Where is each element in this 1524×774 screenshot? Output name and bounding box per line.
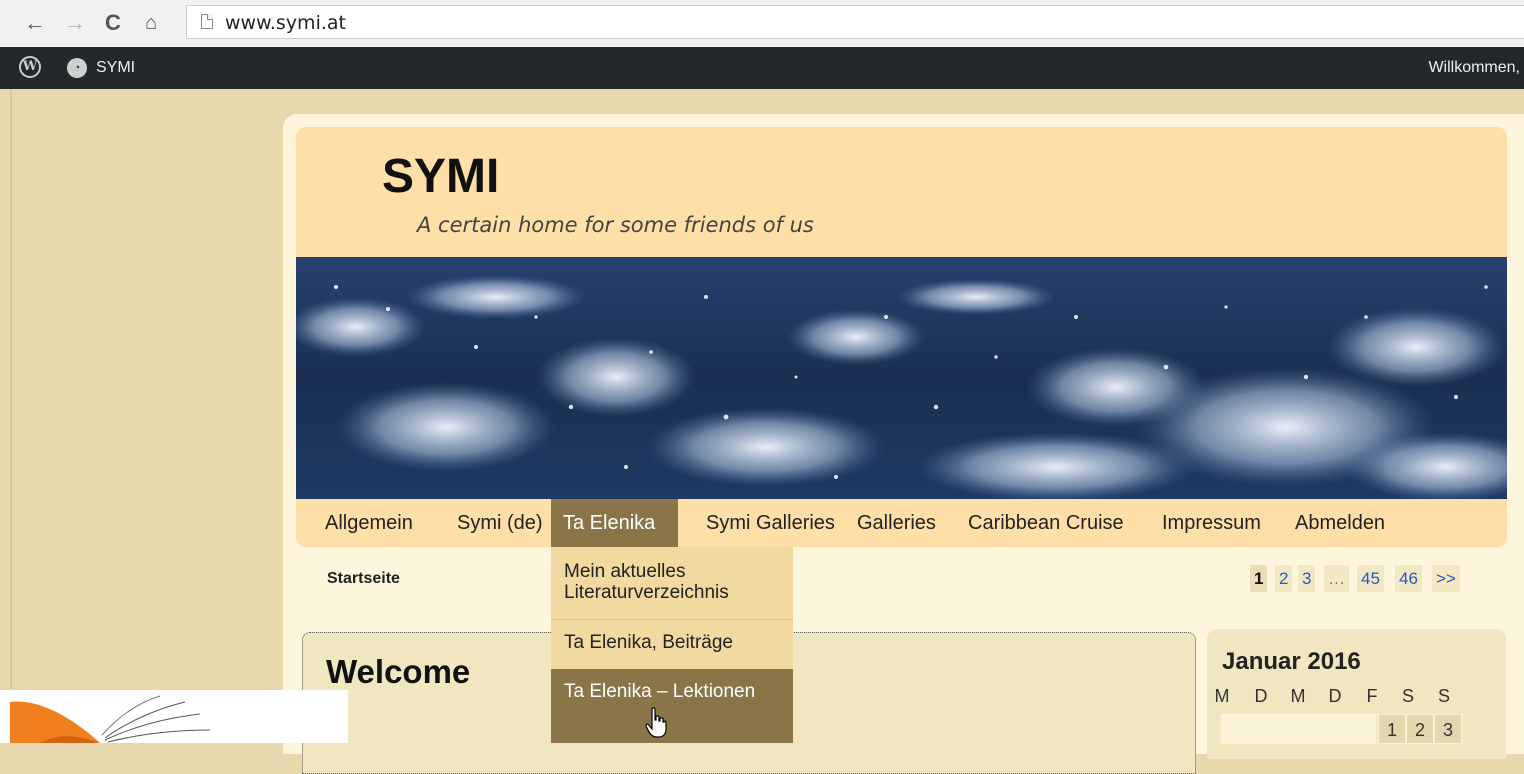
site-tagline: A certain home for some friends of us <box>417 213 814 237</box>
address-bar[interactable]: www.symi.at <box>186 5 1524 39</box>
calendar-day-cell[interactable]: 3 <box>1434 714 1462 744</box>
page-link[interactable]: 2 <box>1275 565 1293 592</box>
post-title[interactable]: Welcome <box>326 653 470 691</box>
menu-item-impressum[interactable]: Impressum <box>1150 499 1273 547</box>
calendar-weekday: S <box>1401 686 1414 706</box>
calendar-weekday: F <box>1366 686 1378 706</box>
browser-toolbar: ← → C ⌂ www.symi.at <box>0 0 1524 48</box>
site-header: SYMI A certain home for some friends of … <box>296 127 1507 257</box>
submenu-ta-elenika: Mein aktuelles Literaturverzeichnis Ta E… <box>551 547 793 743</box>
left-divider <box>10 89 12 689</box>
site-title[interactable]: SYMI <box>382 149 499 204</box>
admin-site-name[interactable]: SYMI <box>96 59 135 77</box>
page-link[interactable]: 3 <box>1298 565 1316 592</box>
submenu-item-beitraege[interactable]: Ta Elenika, Beiträge <box>551 619 793 669</box>
menu-item-symi-de[interactable]: Symi (de) <box>445 499 555 547</box>
page-link[interactable]: 46 <box>1395 565 1422 592</box>
welcome-text[interactable]: Willkommen, <box>1428 59 1520 77</box>
header-banner-image <box>296 257 1507 499</box>
page-link-current[interactable]: 1 <box>1250 565 1268 592</box>
page-icon <box>201 14 213 29</box>
calendar-weekday: D <box>1328 686 1342 706</box>
dashboard-icon[interactable]: ◔ <box>67 58 87 78</box>
submenu-item-lektionen[interactable]: Ta Elenika – Lektionen <box>551 669 793 743</box>
submenu-item-literaturverzeichnis[interactable]: Mein aktuelles Literaturverzeichnis <box>551 557 793 607</box>
wordpress-logo-icon[interactable]: W <box>19 56 41 78</box>
menu-item-symi-galleries[interactable]: Symi Galleries <box>694 499 847 547</box>
menu-item-ta-elenika[interactable]: Ta Elenika <box>551 499 678 547</box>
fox-logo-overlay <box>0 690 348 743</box>
calendar-day-cell[interactable]: 2 <box>1406 714 1434 744</box>
hand-cursor-icon <box>645 707 667 738</box>
calendar-day-cell[interactable]: 1 <box>1378 714 1406 744</box>
reload-icon[interactable]: C <box>100 10 126 36</box>
page-next-link[interactable]: >> <box>1432 565 1460 592</box>
calendar-weekday: D <box>1254 686 1268 706</box>
main-menu: Allgemein Symi (de) Ta Elenika Symi Gall… <box>296 499 1507 547</box>
forward-arrow-icon[interactable]: → <box>62 10 88 36</box>
back-arrow-icon[interactable]: ← <box>22 10 48 36</box>
home-icon[interactable]: ⌂ <box>138 10 164 36</box>
calendar-weekday: S <box>1437 686 1450 706</box>
menu-item-abmelden[interactable]: Abmelden <box>1283 499 1397 547</box>
calendar-weekday: M <box>1214 686 1230 706</box>
breadcrumb[interactable]: Startseite <box>327 570 400 588</box>
page-ellipsis: … <box>1324 565 1349 592</box>
calendar-weekday: M <box>1290 686 1306 706</box>
menu-item-allgemein[interactable]: Allgemein <box>313 499 425 547</box>
calendar-title: Januar 2016 <box>1222 648 1361 675</box>
menu-item-galleries[interactable]: Galleries <box>845 499 948 547</box>
menu-item-caribbean-cruise[interactable]: Caribbean Cruise <box>956 499 1136 547</box>
url-text: www.symi.at <box>225 12 346 34</box>
page-link[interactable]: 45 <box>1357 565 1384 592</box>
calendar-widget: Januar 2016 M D M D F S S 1 2 3 <box>1207 629 1506 759</box>
admin-bar: W ◔ SYMI Willkommen, <box>0 47 1524 89</box>
calendar-empty-cells <box>1221 714 1376 744</box>
